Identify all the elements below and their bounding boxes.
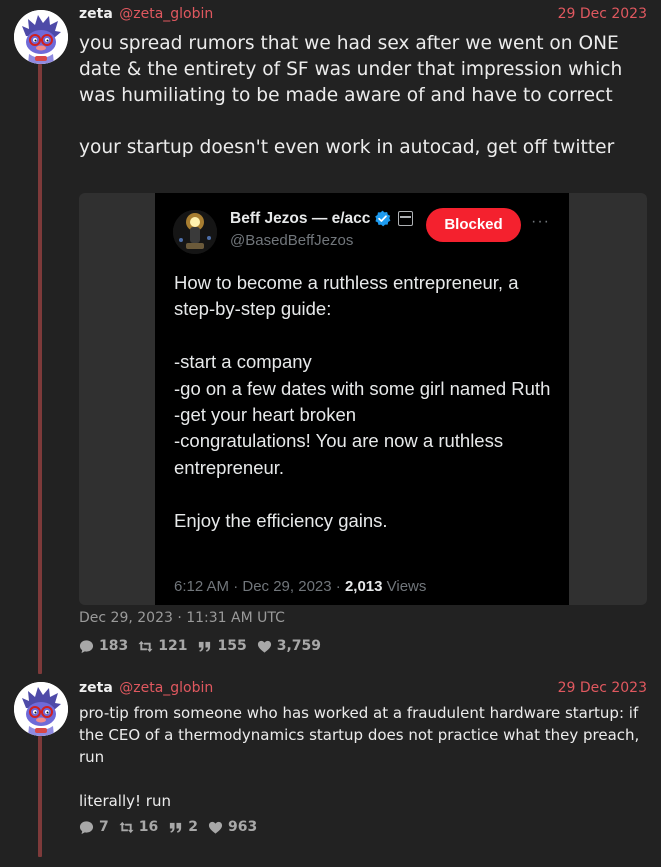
quoted-tweet-meta: 6:12 AM · Dec 29, 2023 · 2,013 Views (174, 578, 426, 595)
quote-icon (170, 822, 182, 833)
retweet-stat: 121 (138, 638, 187, 654)
quote-stat: 2 (168, 819, 198, 835)
thread-line-bottom (38, 736, 42, 857)
retweet-icon (138, 640, 153, 652)
quote-stat: 155 (197, 638, 247, 654)
avatar-creature-icon (14, 682, 68, 736)
blocked-button: Blocked (426, 208, 521, 242)
more-icon: ··· (531, 213, 550, 230)
tweet-stats: 7 16 2 963 (79, 819, 267, 835)
views-label: Views (382, 578, 427, 595)
verified-badge-icon (375, 210, 391, 227)
avatar[interactable] (14, 682, 68, 736)
tweet-header: zeta @zeta_globin 29 Dec 2023 (79, 678, 647, 698)
quote-count: 155 (217, 638, 247, 654)
tweet-header: zeta @zeta_globin 29 Dec 2023 (79, 4, 647, 24)
reply-icon (79, 639, 94, 653)
reply-stat: 183 (79, 638, 128, 654)
author-handle[interactable]: @zeta_globin (119, 680, 213, 696)
thread-line-top (38, 64, 42, 674)
avatar[interactable] (14, 10, 68, 64)
tweet-date[interactable]: 29 Dec 2023 (558, 678, 647, 698)
retweet-count: 121 (158, 638, 188, 654)
author-name[interactable]: zeta (79, 680, 113, 696)
embedded-image[interactable]: Beff Jezos — e/acc @BasedBeffJezos Block… (79, 193, 647, 605)
quoted-tweet-time: 6:12 AM · Dec 29, 2023 · (174, 578, 345, 595)
quoted-tweet-text: How to become a ruthless entrepreneur, a… (174, 272, 551, 531)
like-count: 963 (227, 819, 258, 835)
like-stat: 3,759 (257, 638, 321, 654)
quoted-avatar (173, 210, 217, 254)
tweet-date[interactable]: 29 Dec 2023 (558, 4, 647, 24)
quote-count: 2 (188, 819, 198, 835)
avatar-figure-icon (173, 210, 217, 254)
tweet-timestamp[interactable]: Dec 29, 2023 · 11:31 AM UTC (79, 610, 285, 626)
tweet-text: you spread rumors that we had sex after … (79, 33, 623, 158)
author-handle[interactable]: @zeta_globin (119, 6, 213, 22)
tweet-stats: 183 121 155 3,759 (79, 638, 331, 654)
quoted-tweet: Beff Jezos — e/acc @BasedBeffJezos Block… (155, 193, 569, 605)
affiliate-badge-icon (398, 211, 413, 226)
retweet-count: 16 (138, 819, 159, 835)
quoted-author-handle: @BasedBeffJezos (230, 232, 354, 249)
retweet-icon (119, 821, 134, 833)
quote-icon (199, 641, 211, 652)
reply-count: 183 (99, 638, 129, 654)
heart-icon (208, 821, 223, 834)
reply-count: 7 (99, 819, 109, 835)
tweet-text: pro-tip from someone who has worked at a… (79, 704, 640, 810)
quoted-author-name: Beff Jezos — e/acc (230, 210, 371, 227)
like-stat: 963 (208, 819, 257, 835)
reply-stat: 7 (79, 819, 109, 835)
avatar-creature-icon (14, 10, 68, 64)
retweet-stat: 16 (119, 819, 158, 835)
view-count: 2,013 (344, 578, 383, 595)
like-count: 3,759 (276, 638, 321, 654)
reply-icon (79, 820, 94, 834)
heart-icon (257, 640, 271, 653)
author-name[interactable]: zeta (79, 6, 113, 22)
